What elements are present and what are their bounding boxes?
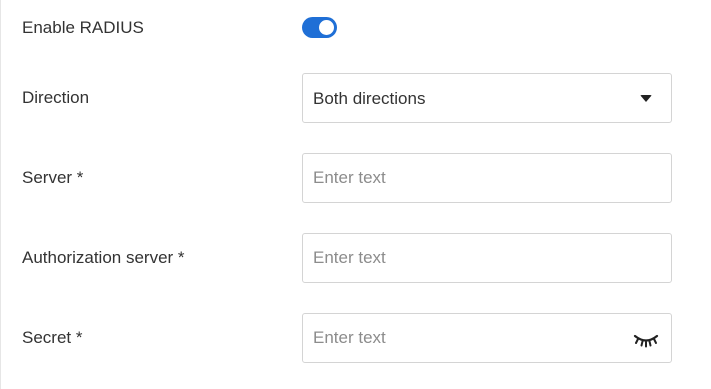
secret-input[interactable] <box>303 314 671 362</box>
radius-settings-form: Enable RADIUS Direction Both directions … <box>0 0 711 389</box>
authorization-server-input[interactable] <box>303 234 671 282</box>
caret-down-icon <box>640 95 652 102</box>
direction-selected-value: Both directions <box>313 89 426 108</box>
secret-field-wrapper <box>302 313 672 363</box>
toggle-knob <box>319 20 334 35</box>
authorization-server-label: Authorization server * <box>22 248 185 267</box>
eye-closed-icon[interactable] <box>633 329 659 349</box>
authorization-server-field-wrapper <box>302 233 672 283</box>
server-label: Server * <box>22 168 84 187</box>
server-input[interactable] <box>303 154 671 202</box>
enable-radius-label: Enable RADIUS <box>22 18 144 37</box>
enable-radius-toggle[interactable] <box>302 17 337 38</box>
server-field-wrapper <box>302 153 672 203</box>
direction-label: Direction <box>22 88 90 107</box>
secret-label: Secret * <box>22 328 83 347</box>
direction-select[interactable]: Both directions <box>302 73 672 123</box>
